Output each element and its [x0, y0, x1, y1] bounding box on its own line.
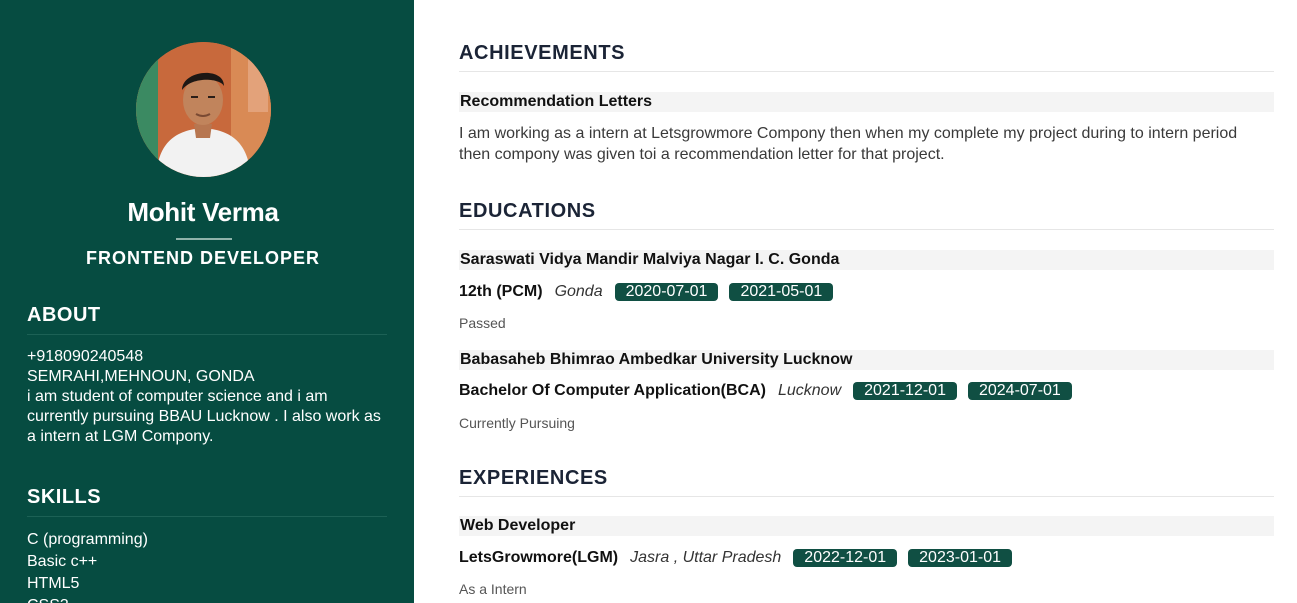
end-date-badge: 2024-07-01 — [967, 382, 1072, 400]
education-status: Currently Pursuing — [459, 415, 575, 431]
skill-item: HTML5 — [27, 575, 80, 592]
experience-company: LetsGrowmore(LGM) — [459, 549, 619, 566]
education-location: Gonda — [554, 283, 603, 300]
experience-meta-row: LetsGrowmore(LGM) Jasra , Uttar Pradesh … — [459, 549, 1023, 567]
skill-item: CSS3 — [27, 595, 387, 603]
education-meta-row: 12th (PCM) Gonda 2020-07-01 2021-05-01 — [459, 283, 844, 301]
skills-heading: SKILLS — [27, 486, 387, 517]
education-meta-row: Bachelor Of Computer Application(BCA) Lu… — [459, 382, 1083, 400]
profile-photo-icon — [136, 42, 271, 177]
start-date-badge: 2021-12-01 — [853, 382, 957, 400]
experiences-heading: EXPERIENCES — [459, 467, 1274, 497]
end-date-badge: 2021-05-01 — [729, 283, 834, 301]
end-date-badge: 2023-01-01 — [908, 549, 1012, 567]
avatar — [136, 42, 271, 177]
phone-number: +918090240548 — [27, 348, 144, 365]
skills-list: C (programming) Basic c++ HTML5 CSS3 — [27, 529, 387, 603]
education-institution-text: Saraswati Vidya Mandir Malviya Nagar I. … — [460, 251, 840, 268]
education-location: Lucknow — [777, 382, 842, 399]
experience-title: Web Developer — [459, 516, 1274, 536]
skill-item: Basic c++ — [27, 553, 98, 570]
education-institution: Babasaheb Bhimrao Ambedkar University Lu… — [459, 350, 1274, 370]
candidate-name: Mohit Verma — [127, 197, 279, 227]
about-heading: ABOUT — [27, 304, 387, 335]
about-description: i am student of computer science and i a… — [27, 388, 381, 445]
about-section: ABOUT +918090240548 SEMRAHI,MEHNOUN, GON… — [27, 304, 387, 447]
sidebar: Mohit Verma FRONTEND DEVELOPER ABOUT +91… — [0, 0, 414, 603]
experience-location: Jasra , Uttar Pradesh — [630, 549, 782, 566]
education-status: Passed — [459, 315, 506, 331]
resume-page: Mohit Verma FRONTEND DEVELOPER ABOUT +91… — [0, 0, 1297, 603]
education-degree: Bachelor Of Computer Application(BCA) — [459, 382, 766, 399]
skills-section: SKILLS C (programming) Basic c++ HTML5 C… — [27, 486, 387, 603]
education-degree: 12th (PCM) — [459, 283, 543, 300]
achievement-description: I am working as a intern at Letsgrowmore… — [459, 125, 1238, 163]
education-institution-text: Babasaheb Bhimrao Ambedkar University Lu… — [460, 351, 853, 368]
achievement-title: Recommendation Letters — [459, 92, 1274, 112]
about-content: +918090240548 SEMRAHI,MEHNOUN, GONDA i a… — [27, 347, 387, 447]
achievement-title-text: Recommendation Letters — [460, 93, 653, 110]
address: SEMRAHI,MEHNOUN, GONDA — [27, 368, 255, 385]
experience-title-text: Web Developer — [460, 517, 576, 534]
experience-description: As a Intern — [459, 581, 527, 597]
education-institution: Saraswati Vidya Mandir Malviya Nagar I. … — [459, 250, 1274, 270]
educations-heading: EDUCATIONS — [459, 200, 1274, 230]
start-date-badge: 2022-12-01 — [793, 549, 898, 567]
name-divider — [176, 238, 232, 240]
achievements-heading: ACHIEVEMENTS — [459, 42, 1274, 72]
start-date-badge: 2020-07-01 — [614, 283, 719, 301]
skill-item: C (programming) — [27, 531, 148, 548]
candidate-role: FRONTEND DEVELOPER — [85, 248, 321, 268]
